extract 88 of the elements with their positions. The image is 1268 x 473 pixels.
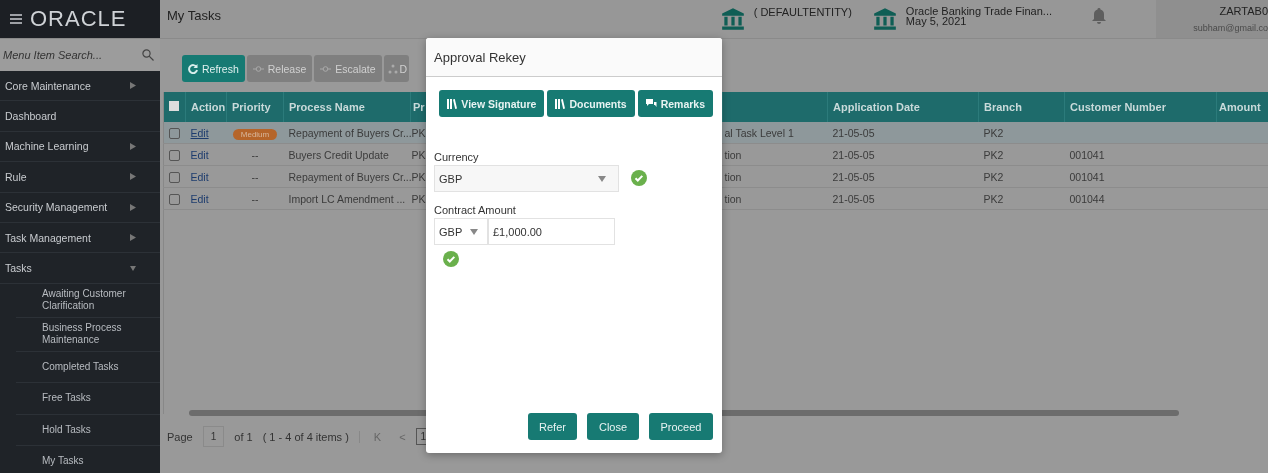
dialog-title: Approval Rekey [426, 38, 722, 77]
edit-link[interactable]: Edit [190, 148, 209, 161]
sidebar-subitem[interactable]: Completed Tasks [16, 351, 160, 384]
table-cell: Import LC Amendment ... [283, 187, 411, 210]
page-field[interactable]: 1 [202, 426, 225, 447]
table-cell: Repayment of Buyers Cr... [283, 165, 411, 188]
row-checkbox[interactable] [169, 127, 180, 139]
field-label: Contract Amount [434, 204, 517, 216]
table-cell: Buyers Credit Update [283, 143, 411, 166]
row-checkbox[interactable] [169, 171, 180, 183]
table-cell: PK2 [978, 143, 1065, 166]
column-header[interactable]: Amount [1216, 92, 1268, 122]
row-checkbox[interactable] [169, 149, 180, 161]
currency-dropdown[interactable]: GBP [434, 165, 619, 192]
sidebar-item[interactable]: Dashboard [0, 101, 160, 132]
sidebar-item[interactable]: Machine Learning [0, 131, 160, 163]
priority-text: -- [251, 192, 259, 205]
user-email: subham@gmail.co [1193, 23, 1268, 33]
search-icon [142, 49, 154, 61]
table-cell: Repayment of Buyers Cr... [283, 122, 411, 144]
page-title: My Tasks [166, 7, 222, 25]
dialog-action-button[interactable]: View Signature [439, 90, 545, 117]
field-label: Currency [434, 151, 480, 163]
sidebar-item[interactable]: Security Management [0, 192, 160, 223]
bank-icon [719, 6, 746, 32]
route-icon [252, 64, 264, 73]
column-header[interactable]: Action [185, 92, 227, 122]
bell-icon[interactable] [1092, 8, 1106, 24]
sidebar-subitem[interactable]: Business Process Maintenance [16, 317, 160, 352]
dialog-footer-button[interactable]: Proceed [649, 413, 713, 440]
table-cell: al Task Level 1 [722, 122, 828, 144]
priority-badge: Medium [232, 128, 278, 140]
route-icon [320, 64, 332, 73]
page-label: Page [167, 430, 193, 443]
edit-link[interactable]: Edit [190, 170, 209, 183]
sidebar-item[interactable]: Task Management [0, 222, 160, 254]
branch-name: Oracle Banking Trade Finan... [905, 6, 1052, 16]
amount-field[interactable]: £1,000.00 [488, 218, 615, 245]
valid-check-icon [443, 251, 459, 267]
chat-icon [645, 98, 657, 109]
table-cell: 21-05-05 [827, 165, 979, 188]
column-header[interactable]: Application Date [827, 92, 979, 122]
dialog-footer-button[interactable]: Refer [528, 413, 577, 440]
column-header[interactable]: Process Name [283, 92, 411, 122]
sidebar-item[interactable]: Core Maintenance [0, 71, 160, 102]
toolbar-button[interactable]: Refresh [182, 55, 245, 82]
books-icon [447, 98, 458, 109]
app-logo: ORACLE [30, 6, 127, 32]
table-cell: 21-05-05 [827, 187, 979, 210]
sidebar-item[interactable]: Rule [0, 162, 160, 193]
sidebar-item[interactable]: Tasks [0, 253, 160, 284]
menu-icon[interactable] [10, 14, 22, 24]
column-header[interactable]: Priority [226, 92, 284, 122]
bank-icon [871, 6, 898, 32]
user-name[interactable]: ZARTAB0 [1219, 5, 1268, 17]
table-cell: 21-05-05 [827, 122, 979, 144]
priority-text: -- [251, 170, 259, 183]
menu-search-field[interactable]: Menu Item Search... [0, 39, 160, 71]
valid-check-icon [631, 169, 647, 186]
caret-icon [598, 175, 606, 182]
dialog-action-button[interactable]: Remarks [637, 90, 713, 117]
dialog-footer-button[interactable]: Close [587, 413, 639, 440]
column-header[interactable]: Branch [978, 92, 1065, 122]
column-header[interactable]: Customer Number [1064, 92, 1217, 122]
table-cell: 001041 [1069, 170, 1105, 183]
sidebar-subitem[interactable]: Awaiting Customer Clarification [16, 283, 160, 318]
books-icon [555, 98, 566, 109]
page-count: of 1 [234, 430, 253, 443]
table-cell: 001041 [1069, 148, 1105, 161]
item-range: ( 1 - 4 of 4 items ) [262, 430, 349, 443]
branch-date: May 5, 2021 [905, 16, 967, 26]
sidebar-subitem[interactable]: Free Tasks [16, 383, 160, 415]
entity-label: ( DEFAULTENTITY) [753, 6, 852, 18]
sidebar-subitem[interactable]: Hold Tasks [16, 414, 160, 447]
table-cell: PK2 [978, 187, 1065, 210]
sidebar-subitem[interactable]: My Tasks [16, 446, 160, 473]
caret-icon [470, 228, 478, 235]
table-cell: 21-05-05 [827, 143, 979, 166]
table-cell: 001044 [1069, 192, 1105, 205]
row-checkbox[interactable] [169, 193, 180, 205]
select-all-checkbox[interactable] [169, 101, 179, 111]
table-cell: PK2 [978, 165, 1065, 188]
edit-link[interactable]: Edit [190, 192, 209, 205]
priority-text: -- [251, 148, 259, 161]
table-cell: PK2 [978, 122, 1065, 144]
refresh-icon [188, 63, 198, 74]
currency-dropdown[interactable]: GBP [434, 218, 488, 245]
dialog-action-button[interactable]: Documents [547, 90, 635, 117]
